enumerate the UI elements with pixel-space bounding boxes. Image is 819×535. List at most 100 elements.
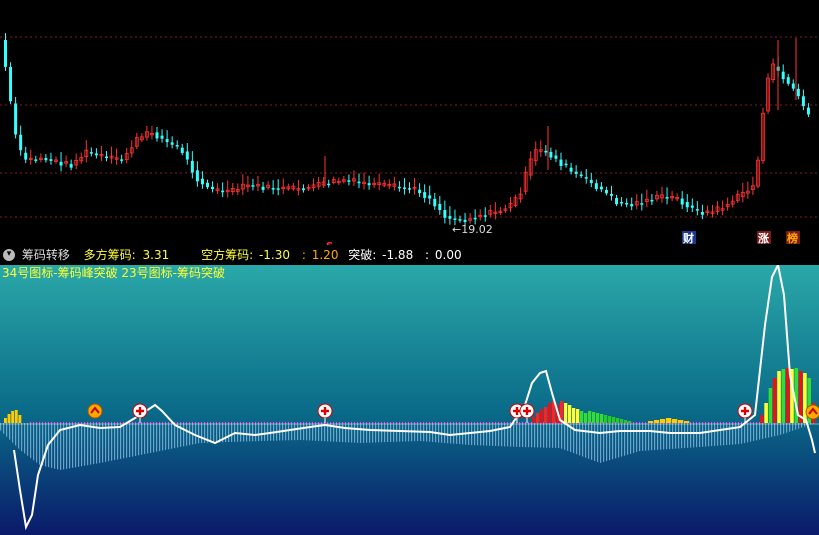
candle-down	[347, 180, 351, 182]
histogram-bar	[584, 413, 588, 423]
candle-down	[665, 197, 669, 199]
candle-down	[584, 177, 588, 179]
histogram-bar	[678, 420, 684, 423]
candle-down	[564, 163, 568, 166]
price-marker: 榜	[787, 231, 798, 245]
histogram-bar	[572, 408, 576, 423]
histogram-bar	[604, 415, 608, 423]
indicator-title[interactable]: 筹码转移	[22, 245, 70, 265]
candle-down	[423, 192, 427, 198]
histogram-bar	[785, 368, 790, 423]
bull-chips-label: 多方筹码:	[83, 248, 136, 262]
candle-down	[301, 188, 305, 191]
chip-transfer-chart	[0, 265, 819, 535]
candle-down	[271, 188, 275, 190]
candle-down	[690, 205, 694, 208]
candle-down	[155, 132, 159, 139]
candle-down	[685, 202, 689, 208]
candle-down	[221, 190, 225, 193]
candle-down	[650, 199, 654, 202]
bear-chips-value: -1.30	[258, 248, 291, 262]
histogram-bar	[548, 403, 552, 423]
candle-down	[544, 150, 548, 153]
histogram-bar	[576, 409, 580, 423]
histogram-bar	[536, 413, 540, 423]
candle-down	[791, 83, 795, 89]
candle-down	[261, 186, 265, 190]
candle-down	[786, 77, 790, 84]
histogram-bar	[760, 415, 764, 423]
low-price-label: ←19.02	[452, 223, 493, 236]
histogram-bar	[11, 411, 15, 423]
histogram-bar	[672, 419, 678, 423]
histogram-bar	[532, 417, 536, 423]
candle-down	[408, 188, 411, 190]
candle-down	[105, 156, 108, 158]
candle-down	[433, 198, 437, 207]
candle-down	[165, 139, 169, 142]
price-chart-panel[interactable]: ←19.02S财涨榜	[0, 0, 819, 245]
candle-down	[549, 151, 553, 158]
indicator-panel[interactable]: 34号图标-筹码峰突破 23号图标-筹码突破	[0, 265, 819, 535]
candle-down	[428, 195, 432, 199]
candle-down	[190, 160, 194, 173]
candle-down	[195, 170, 199, 182]
candle-down	[89, 152, 93, 154]
candle-down	[801, 96, 805, 107]
histogram-bar	[624, 420, 628, 423]
histogram-bar	[768, 388, 773, 423]
breakout-label: 突破:	[348, 248, 377, 262]
candle-down	[695, 209, 699, 211]
histogram-bar	[616, 418, 620, 423]
arrow-up-icon	[805, 404, 819, 420]
candle-down	[448, 216, 452, 219]
histogram-bar	[660, 419, 666, 423]
candle-down	[34, 159, 38, 161]
candle-down	[170, 142, 174, 145]
candle-down	[554, 155, 558, 159]
candle-down	[211, 186, 215, 190]
histogram-bar	[612, 417, 616, 423]
candle-down	[160, 135, 164, 139]
candle-down	[796, 88, 800, 97]
chevron-down-icon[interactable]: ▾	[3, 248, 15, 261]
candle-down	[24, 152, 28, 160]
candle-down	[806, 107, 810, 115]
candle-down	[559, 159, 563, 167]
candle-down	[180, 147, 184, 153]
histogram-bar	[540, 409, 544, 423]
candle-down	[49, 159, 53, 161]
price-marker: 涨	[758, 231, 769, 245]
histogram-bar	[18, 415, 22, 423]
histogram-bar	[772, 378, 777, 423]
candle-down	[604, 189, 608, 194]
candle-down	[327, 183, 331, 186]
candle-down	[453, 218, 457, 220]
histogram-bar	[596, 413, 600, 423]
histogram-bar	[544, 407, 548, 423]
candle-down	[69, 163, 73, 168]
candle-down	[44, 158, 48, 161]
breakout-value: -1.88	[382, 248, 414, 262]
candle-down	[94, 153, 98, 156]
bear-chips-label: 空方筹码:	[201, 248, 254, 262]
candle-down	[357, 181, 361, 184]
candle-down	[438, 203, 442, 211]
candlestick-chart: ←19.02S财涨榜	[0, 33, 819, 245]
candle-down	[473, 217, 477, 220]
indicator-info-bar: ▾ 筹码转移 多方筹码: 3.31 空方筹码: -1.30 : 1.20 突破:…	[0, 245, 819, 265]
histogram-bar	[628, 421, 632, 423]
histogram-bar	[14, 410, 18, 423]
candle-down	[463, 219, 467, 222]
candle-down	[569, 167, 573, 172]
histogram-bar	[564, 403, 568, 423]
price-marker: 财	[682, 231, 694, 245]
histogram-bar	[803, 373, 807, 423]
candle-down	[418, 189, 422, 194]
histogram-bar	[684, 421, 690, 423]
histogram-bar	[580, 411, 584, 423]
candle-down	[206, 182, 209, 188]
histogram-bar	[592, 412, 596, 423]
indicator-caption: 34号图标-筹码峰突破 23号图标-筹码突破	[2, 266, 226, 280]
candle-down	[640, 203, 644, 205]
